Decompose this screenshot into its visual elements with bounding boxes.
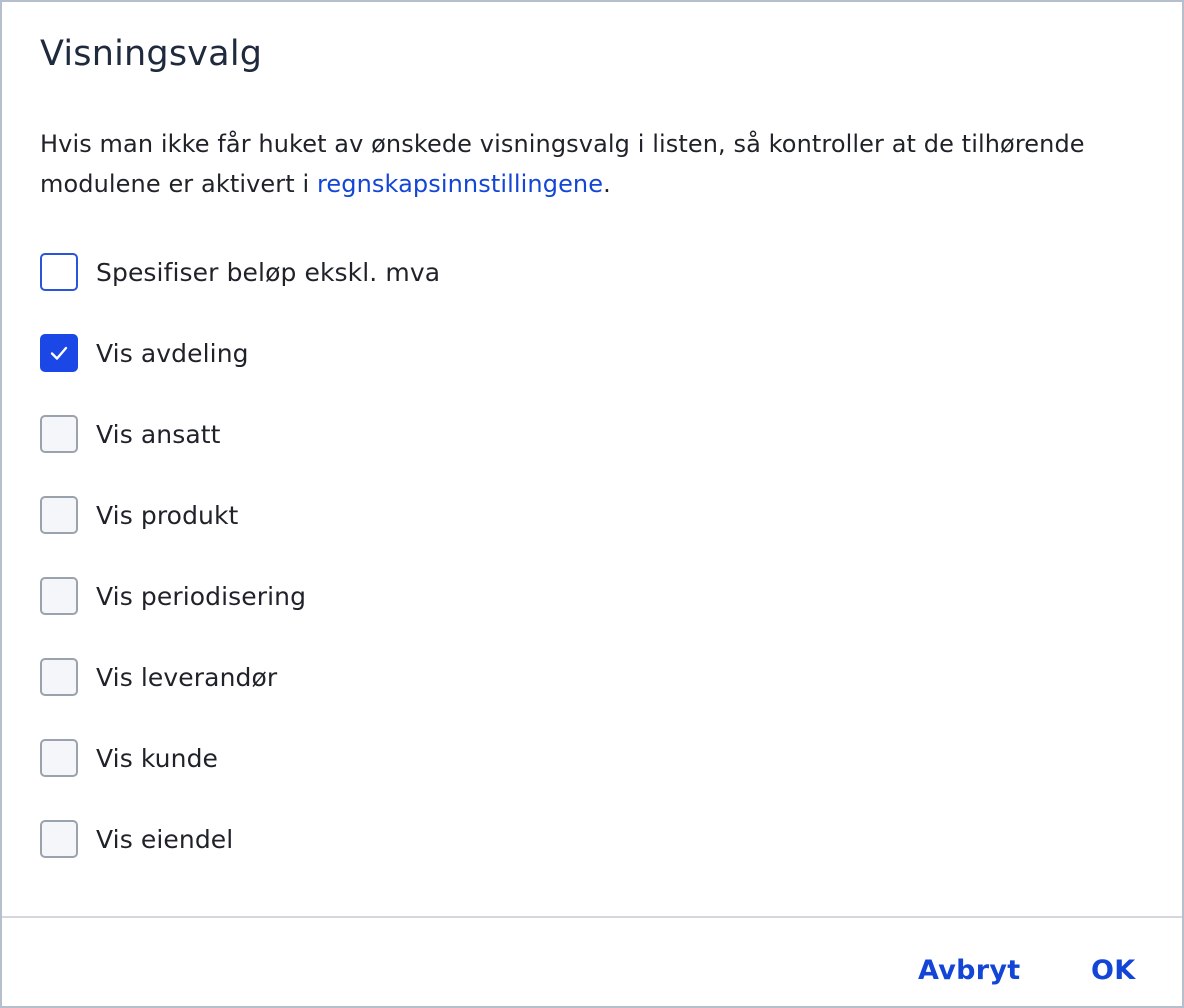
checkbox[interactable] — [40, 496, 78, 534]
ok-button[interactable]: OK — [1091, 948, 1135, 994]
options-list: Spesifiser beløp ekskl. mva Vis avdeling… — [40, 252, 440, 900]
checkbox[interactable] — [40, 415, 78, 453]
option-label: Spesifiser beløp ekskl. mva — [96, 257, 441, 287]
option-label: Vis produkt — [96, 500, 239, 530]
option-label: Vis ansatt — [96, 419, 221, 449]
option-label: Vis eiendel — [96, 824, 234, 854]
option-customer[interactable]: Vis kunde — [40, 738, 440, 778]
option-department[interactable]: Vis avdeling — [40, 333, 440, 373]
intro-text-end: . — [603, 170, 611, 198]
checkbox[interactable] — [40, 253, 78, 291]
checkbox[interactable] — [40, 820, 78, 858]
option-exclude-vat[interactable]: Spesifiser beløp ekskl. mva — [40, 252, 440, 292]
footer-divider — [2, 916, 1182, 918]
option-employee[interactable]: Vis ansatt — [40, 414, 440, 454]
intro-text: Hvis man ikke får huket av ønskede visni… — [40, 124, 1150, 204]
cancel-button[interactable]: Avbryt — [918, 948, 1020, 994]
option-label: Vis avdeling — [96, 338, 249, 368]
checkbox[interactable] — [40, 739, 78, 777]
display-options-dialog: Visningsvalg Hvis man ikke får huket av … — [0, 0, 1184, 1008]
checkmark-icon — [50, 346, 68, 360]
checkbox[interactable] — [40, 334, 78, 372]
option-product[interactable]: Vis produkt — [40, 495, 440, 535]
checkbox[interactable] — [40, 658, 78, 696]
dialog-title: Visningsvalg — [40, 34, 263, 74]
option-asset[interactable]: Vis eiendel — [40, 819, 440, 859]
checkbox[interactable] — [40, 577, 78, 615]
option-label: Vis periodisering — [96, 581, 307, 611]
settings-link[interactable]: regnskapsinnstillingene — [317, 170, 603, 198]
option-label: Vis kunde — [96, 743, 219, 773]
option-supplier[interactable]: Vis leverandør — [40, 657, 440, 697]
option-label: Vis leverandør — [96, 662, 278, 692]
option-accrual[interactable]: Vis periodisering — [40, 576, 440, 616]
